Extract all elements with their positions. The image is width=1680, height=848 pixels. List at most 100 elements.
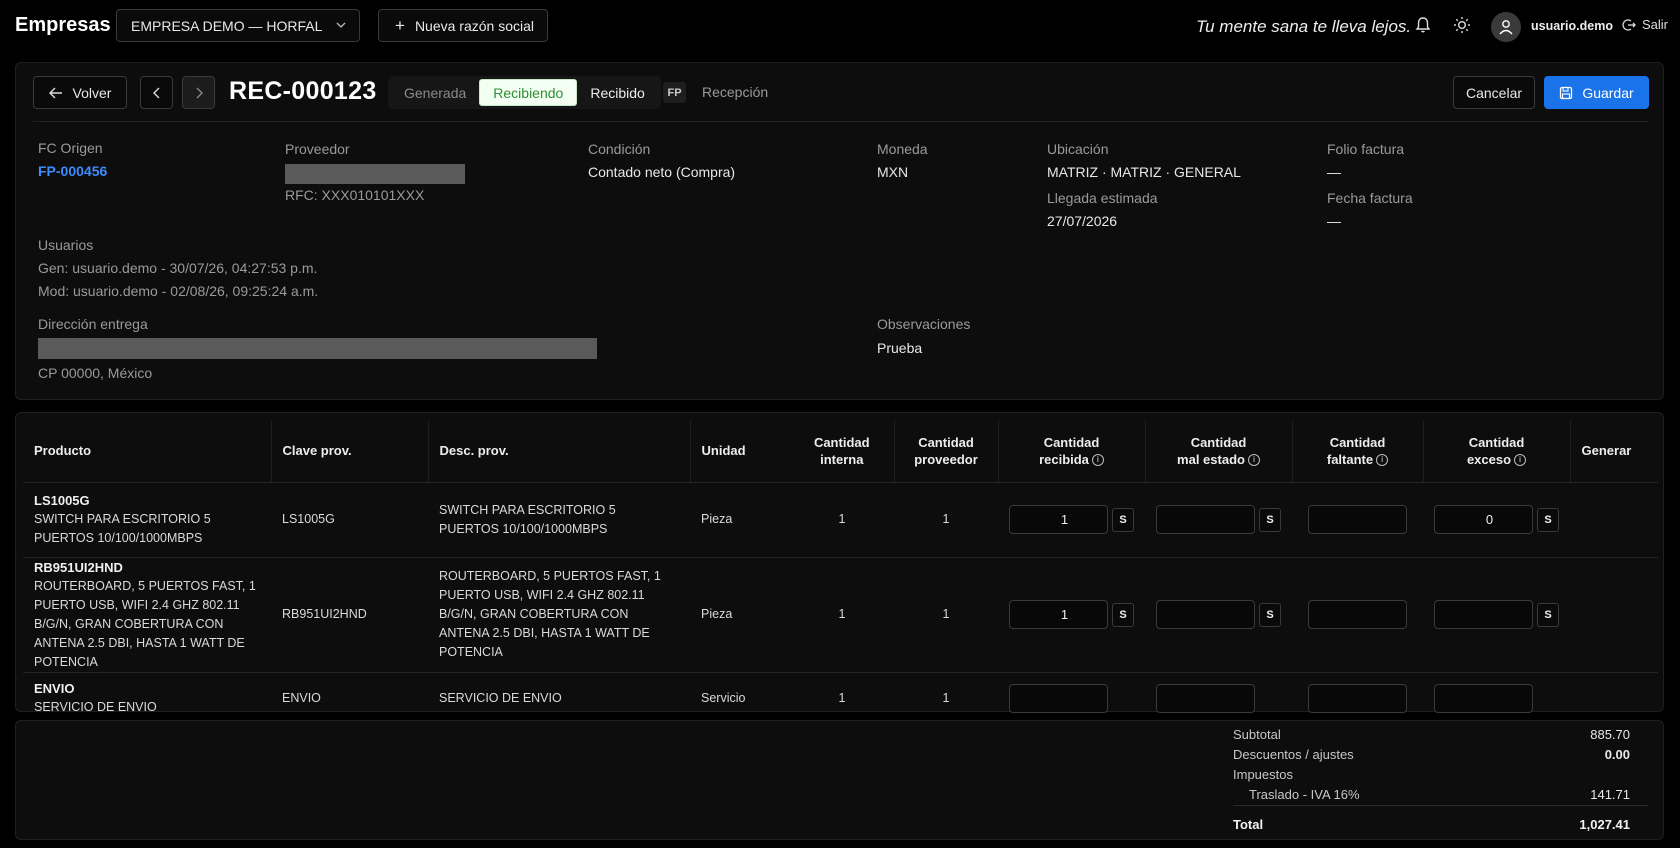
cell-desc: SWITCH PARA ESCRITORIO 5 PUERTOS 10/100/… [428, 482, 690, 558]
cell-generar [1570, 482, 1658, 558]
col-cantidad-faltante: Cantidad faltante i [1291, 420, 1423, 483]
cantidad-exceso-input[interactable] [1434, 683, 1533, 713]
save-label: Guardar [1582, 84, 1634, 101]
proveedor-label: Proveedor [285, 141, 350, 157]
iva-value: 141.71 [1590, 787, 1630, 802]
cell-cantidad-mal-estado: S [1145, 557, 1292, 673]
status-recibido[interactable]: Recibido [577, 79, 657, 106]
set-mal-estado-button[interactable]: S [1259, 602, 1281, 627]
info-icon[interactable]: i [1091, 454, 1104, 467]
cell-cantidad-mal-estado: S [1145, 482, 1292, 558]
descuentos-label: Descuentos / ajustes [1233, 747, 1354, 762]
product-code: LS1005G [34, 493, 90, 508]
col-cantidad-mal-estado: Cantidad mal estado i [1144, 420, 1292, 483]
status-generada[interactable]: Generada [391, 79, 479, 106]
previous-button[interactable] [140, 76, 173, 109]
sun-icon[interactable] [1452, 15, 1472, 35]
logout-button[interactable]: Salir [1622, 17, 1668, 32]
top-bar: Empresas EMPRESA DEMO — HORFAL + Nueva r… [0, 0, 1680, 52]
product-code: ENVIO [34, 681, 75, 697]
cell-cantidad-interna: 1 [790, 482, 894, 558]
cantidad-mal-estado-input[interactable] [1156, 600, 1255, 629]
cell-unidad: Pieza [690, 482, 790, 558]
back-button[interactable]: Volver [33, 76, 127, 109]
col-producto: Producto [23, 420, 271, 483]
impuestos-label: Impuestos [1233, 767, 1293, 782]
totals-divider [1233, 805, 1648, 806]
cantidad-exceso-input[interactable]: 0 [1434, 505, 1533, 534]
status-stepper: Generada Recibiendo Recibido [388, 76, 661, 109]
col-cantidad-faltante-l2: faltante [1326, 451, 1374, 467]
folio-factura-value: — [1327, 164, 1341, 180]
status-recibiendo[interactable]: Recibiendo [479, 79, 578, 106]
cell-cantidad-proveedor: 1 [894, 482, 998, 558]
info-icon[interactable]: i [1514, 454, 1527, 467]
set-exceso-button[interactable]: S [1537, 602, 1559, 627]
set-recibida-button[interactable]: S [1112, 602, 1134, 627]
cantidad-exceso-input[interactable] [1434, 600, 1533, 629]
username: usuario.demo [1531, 19, 1613, 33]
col-cantidad-mal-estado-l1: Cantidad [1190, 434, 1247, 450]
items-panel: Producto Clave prov. Desc. prov. Unidad … [15, 412, 1664, 714]
col-clave: Clave prov. [270, 420, 428, 483]
iva-label: Traslado - IVA 16% [1249, 787, 1360, 802]
cancel-button[interactable]: Cancelar [1453, 76, 1535, 109]
col-cantidad-recibida: Cantidad recibida i [997, 420, 1145, 483]
cantidad-faltante-input[interactable] [1308, 505, 1407, 534]
cantidad-mal-estado-input[interactable] [1156, 683, 1255, 713]
next-button[interactable] [182, 76, 215, 109]
set-exceso-button[interactable]: S [1537, 507, 1559, 532]
cell-clave: LS1005G [271, 482, 428, 558]
cell-cantidad-interna: 1 [790, 557, 894, 673]
direccion-cp: CP 00000, México [38, 365, 153, 381]
info-icon[interactable]: i [1376, 454, 1389, 467]
totals-panel: Subtotal 885.70 Descuentos / ajustes 0.0… [15, 720, 1664, 840]
cell-cantidad-recibida [998, 672, 1145, 724]
cell-producto: ENVIO SERVICIO DE ENVIO [23, 672, 271, 724]
cell-producto: LS1005G SWITCH PARA ESCRITORIO 5 PUERTOS… [23, 482, 271, 558]
usuario-gen: Gen: usuario.demo - 30/07/26, 04:27:53 p… [38, 260, 318, 276]
tagline: Tu mente sana te lleva lejos. [1196, 17, 1412, 36]
company-select[interactable]: EMPRESA DEMO — HORFAL [116, 9, 360, 42]
cell-cantidad-recibida: 1S [998, 482, 1145, 558]
ubicacion-value: MATRIZ · MATRIZ · GENERAL [1047, 164, 1241, 180]
cantidad-recibida-input[interactable]: 1 [1009, 600, 1108, 629]
fc-origen-label: FC Origen [38, 140, 103, 156]
info-icon[interactable]: i [1247, 454, 1260, 467]
set-recibida-button[interactable]: S [1112, 507, 1134, 532]
cell-cantidad-exceso: 0S [1423, 482, 1570, 558]
cell-producto: RB951UI2HND ROUTERBOARD, 5 PUERTOS FAST,… [23, 557, 271, 673]
fecha-factura-label: Fecha factura [1327, 190, 1413, 206]
cell-cantidad-mal-estado [1145, 672, 1292, 724]
col-desc: Desc. prov. [427, 420, 690, 483]
logout-label: Salir [1642, 17, 1669, 32]
cell-clave: RB951UI2HND [271, 557, 428, 673]
set-mal-estado-button[interactable]: S [1259, 507, 1281, 532]
avatar[interactable] [1491, 12, 1521, 42]
col-cantidad-interna-l1: Cantidad [813, 434, 870, 450]
cantidad-faltante-input[interactable] [1308, 683, 1407, 713]
cell-generar [1570, 557, 1658, 673]
table-row: RB951UI2HND ROUTERBOARD, 5 PUERTOS FAST,… [23, 557, 1658, 673]
bell-icon[interactable] [1413, 15, 1433, 35]
cantidad-mal-estado-input[interactable] [1156, 505, 1255, 534]
cell-cantidad-proveedor: 1 [894, 557, 998, 673]
chevron-right-icon [196, 87, 203, 98]
col-cantidad-recibida-l1: Cantidad [1043, 434, 1100, 450]
total-value: 1,027.41 [1579, 817, 1630, 832]
table-row: LS1005G SWITCH PARA ESCRITORIO 5 PUERTOS… [23, 482, 1658, 558]
new-company-button[interactable]: + Nueva razón social [378, 9, 548, 42]
cantidad-recibida-input[interactable] [1009, 683, 1108, 713]
observaciones-label: Observaciones [877, 316, 971, 332]
cantidad-faltante-input[interactable] [1308, 600, 1407, 629]
col-cantidad-interna-l2: interna [820, 451, 864, 467]
save-button[interactable]: Guardar [1544, 76, 1649, 109]
cell-generar [1570, 672, 1658, 724]
col-cantidad-recibida-l2: recibida [1039, 451, 1089, 467]
cell-cantidad-proveedor: 1 [942, 690, 950, 705]
cantidad-recibida-input[interactable]: 1 [1009, 505, 1108, 534]
col-cantidad-exceso-l1: Cantidad [1468, 434, 1525, 450]
fc-origen-link[interactable]: FP-000456 [38, 163, 107, 179]
document-id: REC-000123 [229, 77, 377, 105]
cell-cantidad-exceso: S [1423, 557, 1570, 673]
